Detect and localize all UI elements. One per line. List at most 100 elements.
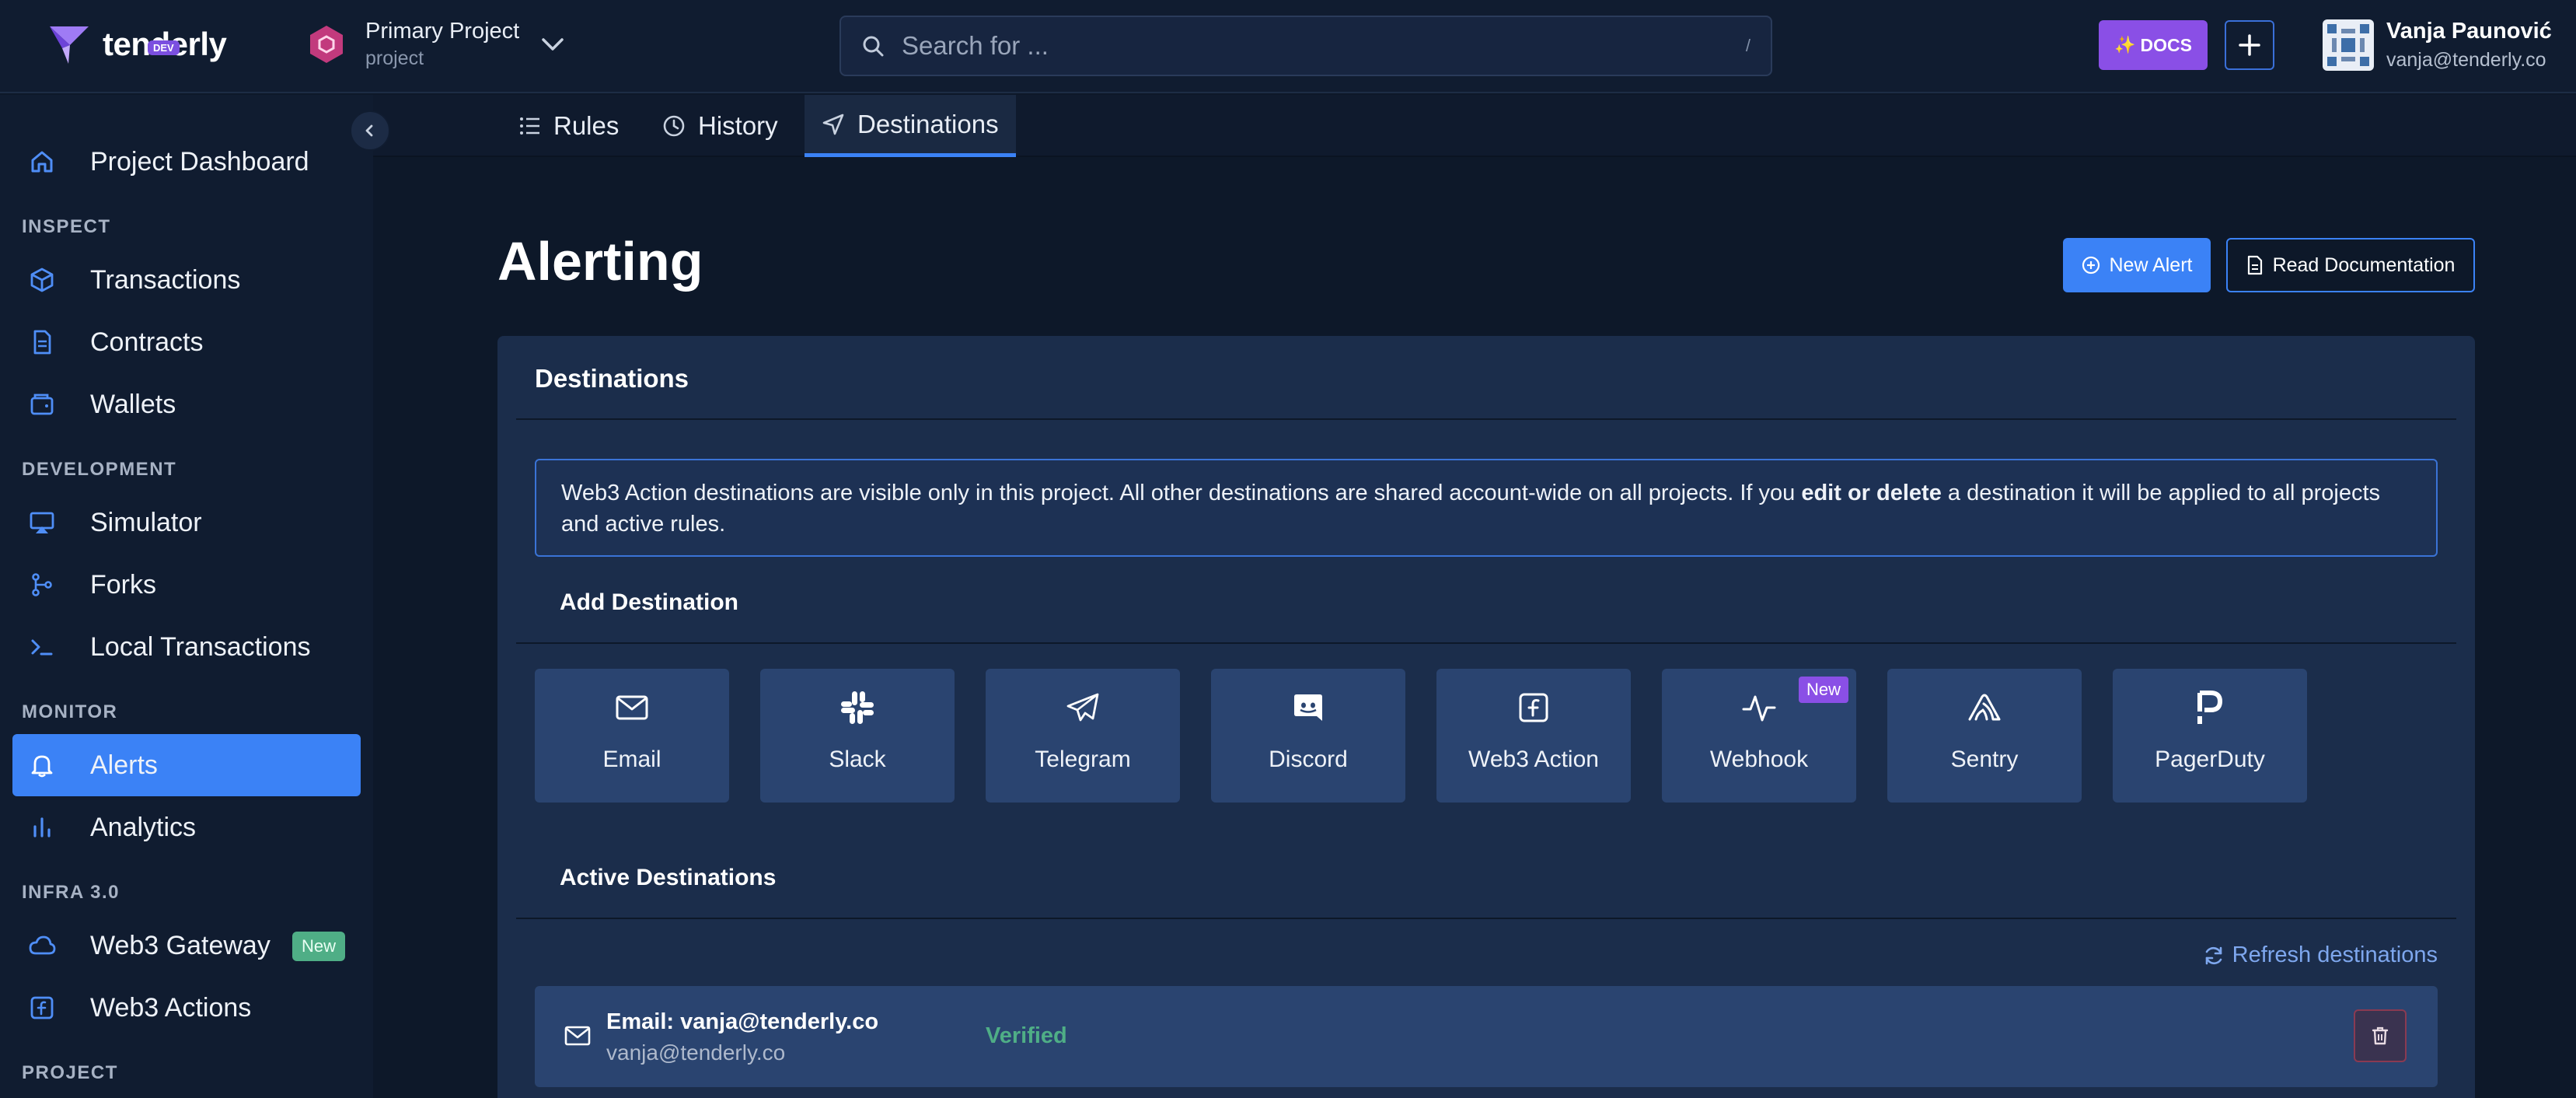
divider	[516, 418, 2456, 420]
project-type: project	[365, 47, 424, 69]
new-badge: New	[291, 932, 345, 961]
destination-card-discord[interactable]: Discord	[1211, 669, 1405, 803]
destination-label: Webhook	[1709, 747, 1809, 772]
tab-label: Destinations	[857, 109, 999, 138]
sidebar-section-project: PROJECT	[22, 1062, 118, 1083]
info-notice: Web3 Action destinations are visible onl…	[535, 459, 2438, 557]
mail-icon	[564, 1025, 591, 1047]
sidebar-item-label: Simulator	[90, 507, 202, 537]
sidebar-item-label: Wallets	[90, 389, 176, 419]
tenderly-logo[interactable]: tenderly	[47, 22, 227, 67]
plus-circle-icon	[2082, 256, 2100, 274]
sidebar-item-forks[interactable]: Forks	[12, 554, 361, 616]
new-alert-label: New Alert	[2109, 254, 2193, 276]
new-alert-button[interactable]: New Alert	[2063, 238, 2211, 292]
navigation-arrow-icon	[822, 114, 844, 135]
refresh-label: Refresh destinations	[2232, 942, 2438, 967]
destination-card-slack[interactable]: Slack	[760, 669, 955, 803]
sidebar-item-label: Web3 Actions	[90, 992, 252, 1023]
destination-title: Email: vanja@tenderly.co	[606, 1009, 879, 1034]
sidebar-section-infra: INFRA 3.0	[22, 882, 120, 903]
sidebar-item-alerts[interactable]: Alerts	[12, 734, 361, 796]
chevron-down-icon	[542, 38, 564, 51]
create-button[interactable]	[2225, 20, 2274, 70]
destination-label: Web3 Action	[1468, 747, 1599, 772]
refresh-icon	[2205, 946, 2222, 964]
search-shortcut: /	[1745, 36, 1750, 55]
destination-card-telegram[interactable]: Telegram	[986, 669, 1180, 803]
cube-icon	[28, 266, 56, 294]
sidebar-item-local-transactions[interactable]: Local Transactions	[12, 616, 361, 678]
refresh-destinations-link[interactable]: Refresh destinations	[2203, 942, 2438, 968]
sidebar-item-wallets[interactable]: Wallets	[12, 373, 361, 435]
bar-chart-icon	[28, 813, 56, 841]
function-icon	[28, 994, 56, 1022]
user-menu[interactable]: Vanja Paunović vanja@tenderly.co	[2323, 19, 2552, 72]
sidebar-section-monitor: MONITOR	[22, 701, 118, 722]
search-bar[interactable]: /	[839, 16, 1772, 76]
sidebar-item-transactions[interactable]: Transactions	[12, 249, 361, 311]
sidebar-item-simulator[interactable]: Simulator	[12, 491, 361, 554]
destination-card-email[interactable]: Email	[535, 669, 729, 803]
tab-destinations[interactable]: Destinations	[805, 95, 1016, 157]
top-bar: tenderly DEV Primary Project project / ✨…	[0, 0, 2576, 93]
user-email: vanja@tenderly.co	[2386, 49, 2546, 71]
telegram-icon	[1066, 693, 1099, 722]
tab-label: Rules	[553, 111, 620, 140]
sidebar-item-label: Analytics	[90, 812, 197, 842]
activity-icon	[1742, 695, 1776, 722]
bell-icon	[28, 751, 56, 779]
destination-card-web3-action[interactable]: Web3 Action	[1436, 669, 1631, 803]
destination-label: PagerDuty	[2155, 747, 2265, 772]
destination-label: Slack	[829, 747, 886, 772]
panel-title: Destinations	[535, 364, 689, 393]
sidebar-section-inspect: INSPECT	[22, 216, 111, 237]
sidebar-item-project-dashboard[interactable]: Project Dashboard	[12, 131, 361, 193]
destination-label: Email	[602, 747, 661, 772]
sidebar-item-web3-gateway[interactable]: Web3 Gateway New	[12, 914, 361, 977]
active-destinations-title: Active Destinations	[560, 865, 777, 890]
pagerduty-icon	[2197, 691, 2222, 724]
list-icon	[520, 117, 539, 135]
delete-destination-button[interactable]	[2354, 1009, 2407, 1062]
docs-button[interactable]: ✨ DOCS	[2099, 20, 2208, 70]
tenderly-logo-icon	[50, 26, 89, 64]
sidebar-item-contracts[interactable]: Contracts	[12, 311, 361, 373]
divider	[516, 642, 2456, 644]
destination-label: Telegram	[1035, 747, 1131, 772]
active-destination-row: Email: vanja@tenderly.co vanja@tenderly.…	[535, 986, 2438, 1087]
destination-card-pagerduty[interactable]: PagerDuty	[2113, 669, 2307, 803]
tab-history[interactable]: History	[645, 95, 795, 157]
read-documentation-button[interactable]: Read Documentation	[2226, 238, 2475, 292]
search-input[interactable]	[902, 31, 1746, 61]
trash-icon	[2372, 1026, 2389, 1045]
sidebar-item-label: Alerts	[90, 750, 158, 780]
divider	[516, 918, 2456, 919]
sparkle-icon: ✨	[2114, 35, 2136, 54]
plus-icon	[2239, 34, 2260, 56]
avatar	[2323, 19, 2374, 71]
screen-icon	[28, 509, 56, 537]
slack-icon	[841, 691, 874, 724]
git-fork-icon	[28, 571, 56, 599]
collapse-sidebar-button[interactable]	[350, 110, 390, 151]
info-text-bold: edit or delete	[1801, 481, 1942, 505]
sidebar-item-web3-actions[interactable]: Web3 Actions	[12, 977, 361, 1039]
docs-label: DOCS	[2140, 34, 2192, 55]
page-title: Alerting	[497, 231, 703, 292]
project-switcher[interactable]: Primary Project project	[308, 19, 564, 70]
tab-rules[interactable]: Rules	[502, 95, 636, 157]
tab-label: History	[698, 111, 778, 140]
destinations-panel: Destinations Web3 Action destinations ar…	[497, 336, 2475, 1098]
add-destination-title: Add Destination	[560, 589, 738, 615]
destination-label: Sentry	[1950, 747, 2019, 772]
destination-card-webhook[interactable]: New Webhook	[1662, 669, 1856, 803]
info-text-start: Web3 Action destinations are visible onl…	[561, 481, 1802, 505]
sidebar-item-label: Contracts	[90, 327, 204, 357]
sidebar-section-development: DEVELOPMENT	[22, 459, 177, 480]
sidebar-item-analytics[interactable]: Analytics	[12, 796, 361, 858]
read-documentation-label: Read Documentation	[2272, 254, 2456, 276]
project-name: Primary Project	[365, 19, 520, 44]
alerting-tabs: Rules History Destinations	[373, 95, 2576, 157]
destination-card-sentry[interactable]: Sentry	[1887, 669, 2082, 803]
